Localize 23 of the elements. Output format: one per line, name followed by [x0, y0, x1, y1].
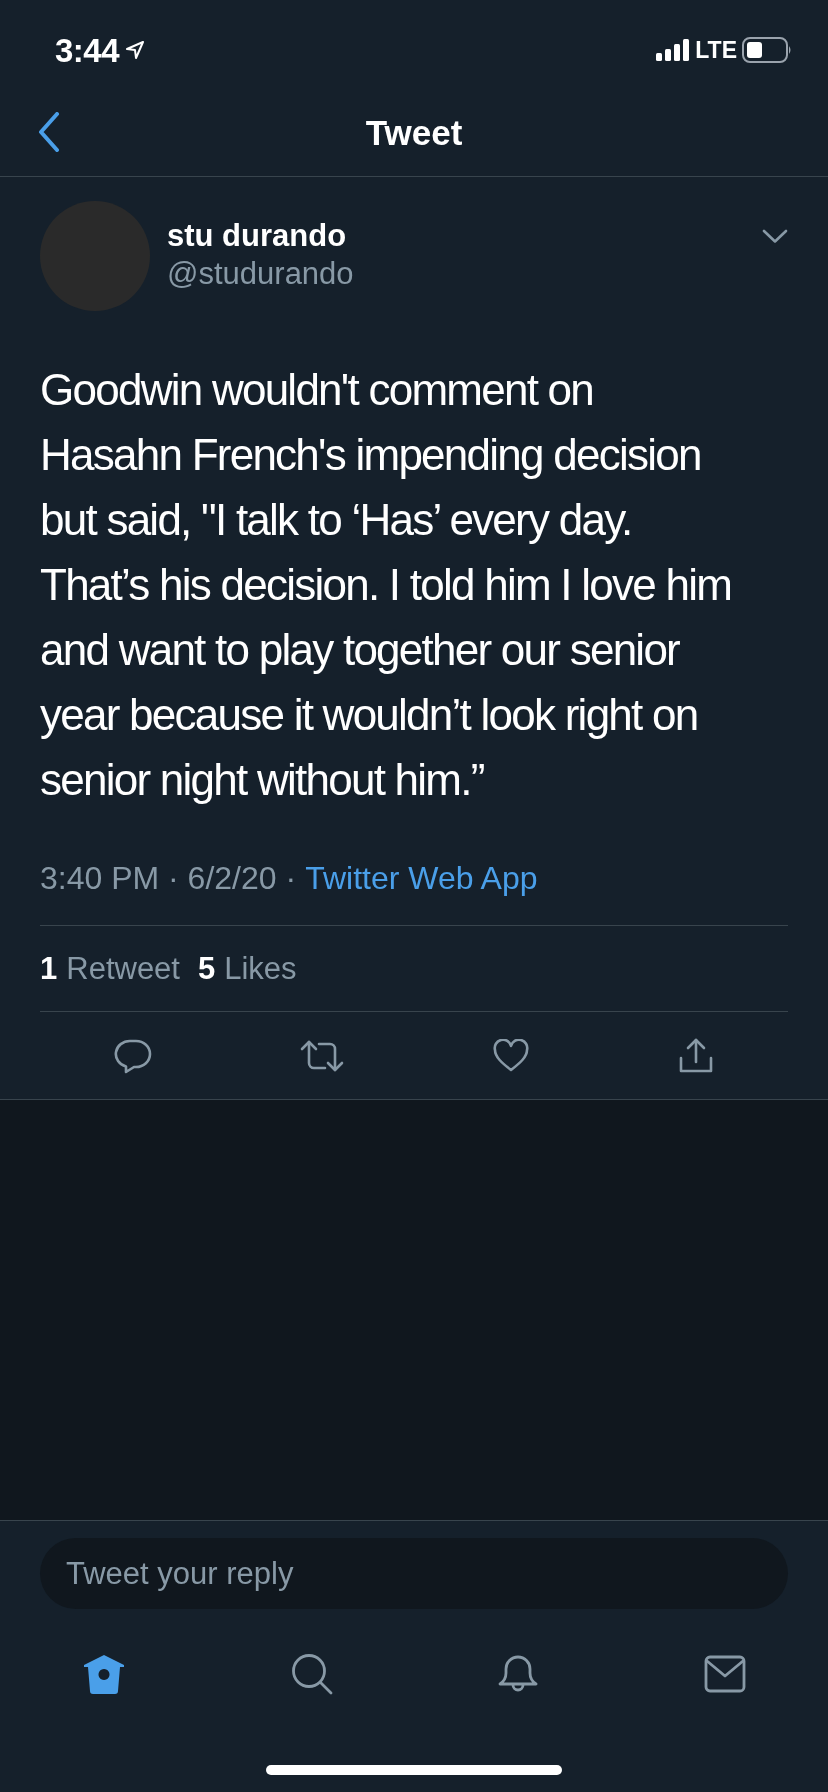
reply-field[interactable]: Tweet your reply — [40, 1538, 788, 1609]
engagement-count-link[interactable]: 5 Likes — [198, 948, 297, 989]
location-arrow-icon — [125, 40, 146, 60]
mail-icon — [703, 1655, 746, 1693]
tweet-text: Goodwin wouldn't comment on Hasahn French's impending decision but said, "I talk to ‘Has’ every day. That’s his decision. I told him I love him and want to play together our senior year because it wouldn’t look right on senior night without him.” — [40, 364, 733, 806]
chevron-down-icon — [762, 229, 788, 244]
network-type: LTE — [695, 38, 737, 62]
reply-icon — [113, 1037, 152, 1074]
search-icon — [290, 1653, 333, 1695]
author-name[interactable]: stu durando — [167, 217, 760, 255]
birdhouse-icon — [82, 1653, 127, 1695]
more-options-button[interactable] — [760, 227, 790, 246]
heart-icon — [491, 1038, 530, 1073]
author-handle[interactable]: @studurando — [167, 255, 760, 293]
source-link[interactable]: Twitter Web App — [305, 858, 538, 898]
engagement-count-link[interactable]: 1 Retweet — [40, 948, 180, 989]
back-chevron-icon — [38, 112, 60, 152]
tweet-timestamp: 3:40 PM · 6/2/20 · — [40, 859, 297, 898]
page-title: Tweet — [365, 114, 463, 150]
battery-icon — [742, 37, 792, 63]
clock-time: 3:44 — [55, 33, 120, 67]
signal-icon — [656, 39, 691, 61]
retweet-icon — [298, 1038, 345, 1073]
